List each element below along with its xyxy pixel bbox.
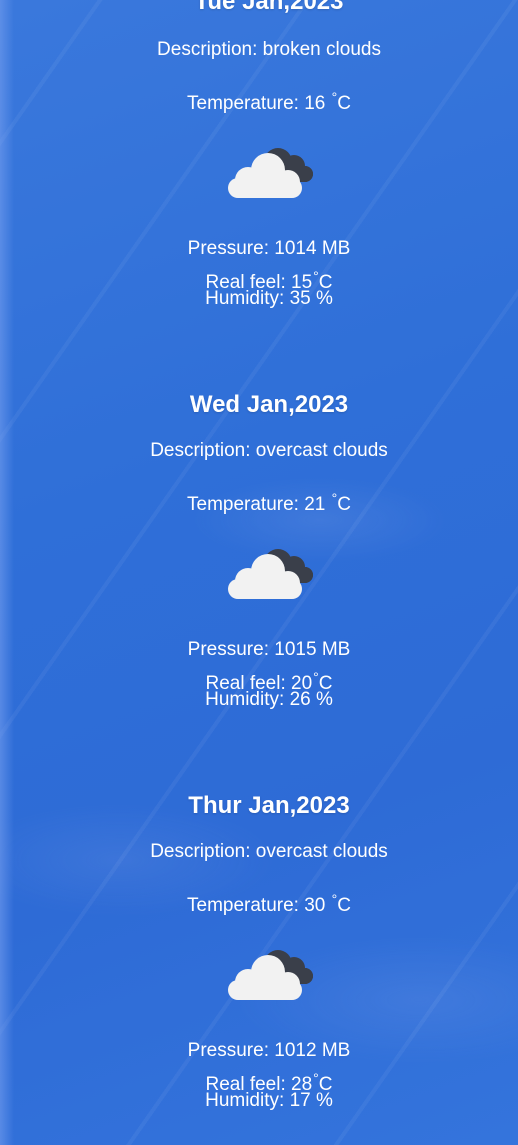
humidity-label: Humidity: [205,288,290,309]
broken-clouds-icon [226,140,316,200]
pressure-unit: MB [321,238,351,259]
pressure-label: Pressure: [187,639,275,660]
humidity-unit: % [315,1090,333,1111]
humidity-value: 17 [289,1090,311,1111]
description-value: overcast clouds [255,841,388,862]
temperature-value: 16 [304,93,326,114]
temperature-value: 30 [304,895,326,916]
description-value: broken clouds [262,39,381,60]
humidity-value: 26 [289,689,311,710]
temperature-unit: C [337,895,351,916]
temperature-label: Temperature: [187,895,305,916]
humidity-line: Humidity: 26 % [0,689,518,711]
description-label: Description: [150,440,256,461]
pressure-value: 1014 [274,238,317,259]
humidity-unit: % [315,288,333,309]
description-value: overcast clouds [255,440,388,461]
humidity-value: 35 [289,288,311,309]
forecast-card-thur: Thur Jan,2023 Description: overcast clou… [0,792,518,1122]
pressure-value: 1015 [274,639,317,660]
humidity-label: Humidity: [205,689,290,710]
description-line: Description: overcast clouds [0,440,518,462]
pressure-label: Pressure: [187,1040,275,1061]
pressure-value: 1012 [274,1040,317,1061]
description-line: Description: broken clouds [0,39,518,61]
pressure-line: Pressure: 1015 MB [0,639,518,661]
humidity-line: Humidity: 35 % [0,288,518,310]
description-label: Description: [157,39,263,60]
temperature-label: Temperature: [187,93,305,114]
temperature-unit: C [337,494,351,515]
temperature-label: Temperature: [187,494,305,515]
temperature-line: Temperature: 16 °C [0,86,518,115]
overcast-clouds-icon [226,942,316,1002]
forecast-card-wed: Wed Jan,2023 Description: overcast cloud… [0,391,518,721]
day-title: Tue Jan,2023 [194,0,344,15]
pressure-line: Pressure: 1012 MB [0,1040,518,1062]
pressure-line: Pressure: 1014 MB [0,238,518,260]
day-title: Wed Jan,2023 [189,391,349,418]
temperature-unit: C [337,93,351,114]
pressure-unit: MB [321,639,351,660]
temperature-value: 21 [304,494,326,515]
humidity-unit: % [315,689,333,710]
humidity-line: Humidity: 17 % [0,1090,518,1112]
pressure-label: Pressure: [187,238,275,259]
day-title: Thur Jan,2023 [188,792,350,819]
forecast-card-tue: Tue Jan,2023 Description: broken clouds … [0,0,518,320]
description-line: Description: overcast clouds [0,841,518,863]
temperature-line: Temperature: 30 °C [0,888,518,917]
overcast-clouds-icon [226,541,316,601]
pressure-unit: MB [321,1040,351,1061]
humidity-label: Humidity: [205,1090,290,1111]
description-label: Description: [150,841,256,862]
temperature-line: Temperature: 21 °C [0,487,518,516]
